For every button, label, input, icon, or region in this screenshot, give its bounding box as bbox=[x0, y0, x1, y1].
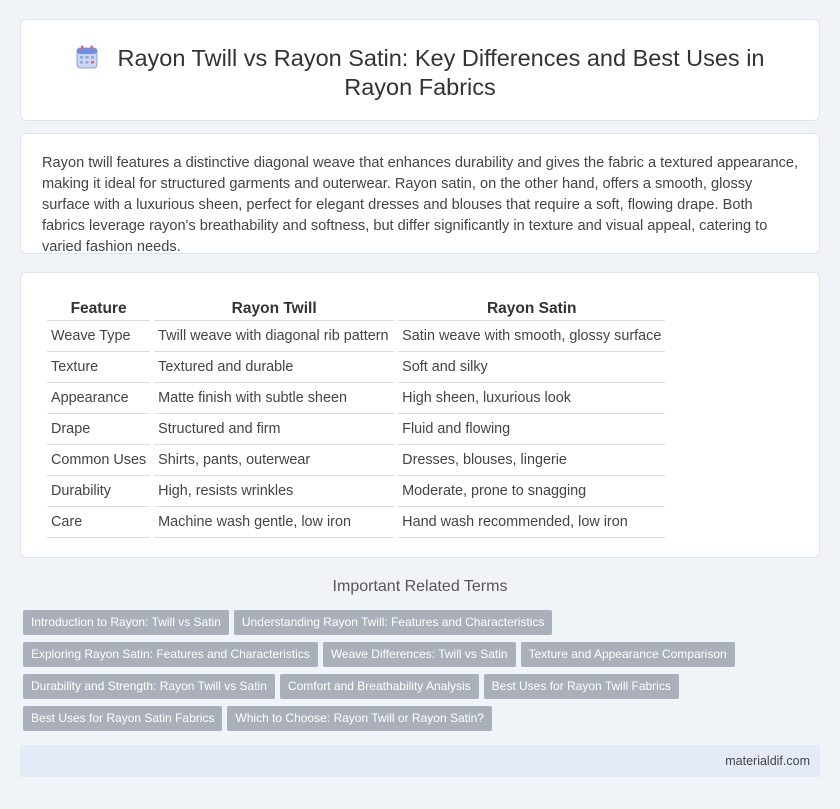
related-term-tag[interactable]: Understanding Rayon Twill: Features and … bbox=[233, 610, 553, 635]
related-term-tag[interactable]: Durability and Strength: Rayon Twill vs … bbox=[23, 674, 275, 699]
row-feature: Weave Type bbox=[47, 321, 151, 352]
row-twill: Shirts, pants, outerwear bbox=[154, 445, 395, 476]
related-term-tag[interactable]: Weave Differences: Twill vs Satin bbox=[322, 642, 516, 667]
header-rayon-twill: Rayon Twill bbox=[154, 294, 395, 321]
footer: materialdif.com bbox=[20, 745, 820, 777]
row-feature: Drape bbox=[47, 414, 151, 445]
table-header-row: Feature Rayon Twill Rayon Satin bbox=[47, 294, 666, 321]
related-terms-title: Important Related Terms bbox=[332, 578, 508, 595]
table-row: Durability High, resists wrinkles Modera… bbox=[47, 476, 666, 507]
row-twill: Textured and durable bbox=[154, 352, 395, 383]
row-twill: Machine wash gentle, low iron bbox=[154, 507, 395, 538]
footer-site[interactable]: materialdif.com bbox=[725, 754, 810, 768]
row-satin: Soft and silky bbox=[398, 352, 666, 383]
header-card: Rayon Twill vs Rayon Satin: Key Differen… bbox=[20, 19, 820, 121]
table-row: Weave Type Twill weave with diagonal rib… bbox=[47, 321, 666, 352]
header-rayon-satin: Rayon Satin bbox=[398, 294, 666, 321]
row-feature: Appearance bbox=[47, 383, 151, 414]
row-twill: Structured and firm bbox=[154, 414, 395, 445]
table-row: Appearance Matte finish with subtle shee… bbox=[47, 383, 666, 414]
related-term-tag[interactable]: Introduction to Rayon: Twill vs Satin bbox=[23, 610, 229, 635]
row-twill: Matte finish with subtle sheen bbox=[154, 383, 395, 414]
table-row: Texture Textured and durable Soft and si… bbox=[47, 352, 666, 383]
related-term-tag[interactable]: Best Uses for Rayon Twill Fabrics bbox=[483, 674, 679, 699]
row-satin: Moderate, prone to snagging bbox=[398, 476, 666, 507]
row-satin: Satin weave with smooth, glossy surface bbox=[398, 321, 666, 352]
tag-row: Durability and Strength: Rayon Twill vs … bbox=[23, 674, 803, 706]
header-feature: Feature bbox=[47, 294, 151, 321]
row-feature: Durability bbox=[47, 476, 151, 507]
related-term-tag[interactable]: Texture and Appearance Comparison bbox=[520, 642, 735, 667]
related-term-tag[interactable]: Best Uses for Rayon Satin Fabrics bbox=[23, 706, 223, 731]
row-satin: Dresses, blouses, lingerie bbox=[398, 445, 666, 476]
table-row: Common Uses Shirts, pants, outerwear Dre… bbox=[47, 445, 666, 476]
row-feature: Common Uses bbox=[47, 445, 151, 476]
tag-row: Exploring Rayon Satin: Features and Char… bbox=[23, 642, 803, 674]
page-title-text: Rayon Twill vs Rayon Satin: Key Differen… bbox=[117, 45, 765, 100]
related-terms-list: Introduction to Rayon: Twill vs Satin Und… bbox=[23, 610, 803, 738]
row-satin: Fluid and flowing bbox=[398, 414, 666, 445]
row-twill: Twill weave with diagonal rib pattern bbox=[154, 321, 395, 352]
table-row: Drape Structured and firm Fluid and flow… bbox=[47, 414, 666, 445]
row-twill: High, resists wrinkles bbox=[154, 476, 395, 507]
row-satin: Hand wash recommended, low iron bbox=[398, 507, 666, 538]
row-feature: Care bbox=[47, 507, 151, 538]
row-feature: Texture bbox=[47, 352, 151, 383]
row-satin: High sheen, luxurious look bbox=[398, 383, 666, 414]
intro-paragraph: Rayon twill features a distinctive diago… bbox=[42, 155, 799, 255]
related-term-tag[interactable]: Comfort and Breathability Analysis bbox=[279, 674, 479, 699]
table-row: Care Machine wash gentle, low iron Hand … bbox=[47, 507, 666, 538]
comparison-card: Feature Rayon Twill Rayon Satin Weave Ty… bbox=[20, 272, 820, 558]
tag-row: Best Uses for Rayon Satin Fabrics Which t… bbox=[23, 706, 803, 738]
comparison-table: Feature Rayon Twill Rayon Satin Weave Ty… bbox=[43, 294, 669, 538]
related-term-tag[interactable]: Exploring Rayon Satin: Features and Char… bbox=[23, 642, 318, 667]
calendar-icon bbox=[76, 45, 97, 69]
related-term-tag[interactable]: Which to Choose: Rayon Twill or Rayon Sa… bbox=[227, 706, 492, 731]
tag-row: Introduction to Rayon: Twill vs Satin Und… bbox=[23, 610, 803, 642]
intro-card: Rayon twill features a distinctive diago… bbox=[20, 133, 820, 255]
page-title: Rayon Twill vs Rayon Satin: Key Differen… bbox=[61, 44, 779, 102]
